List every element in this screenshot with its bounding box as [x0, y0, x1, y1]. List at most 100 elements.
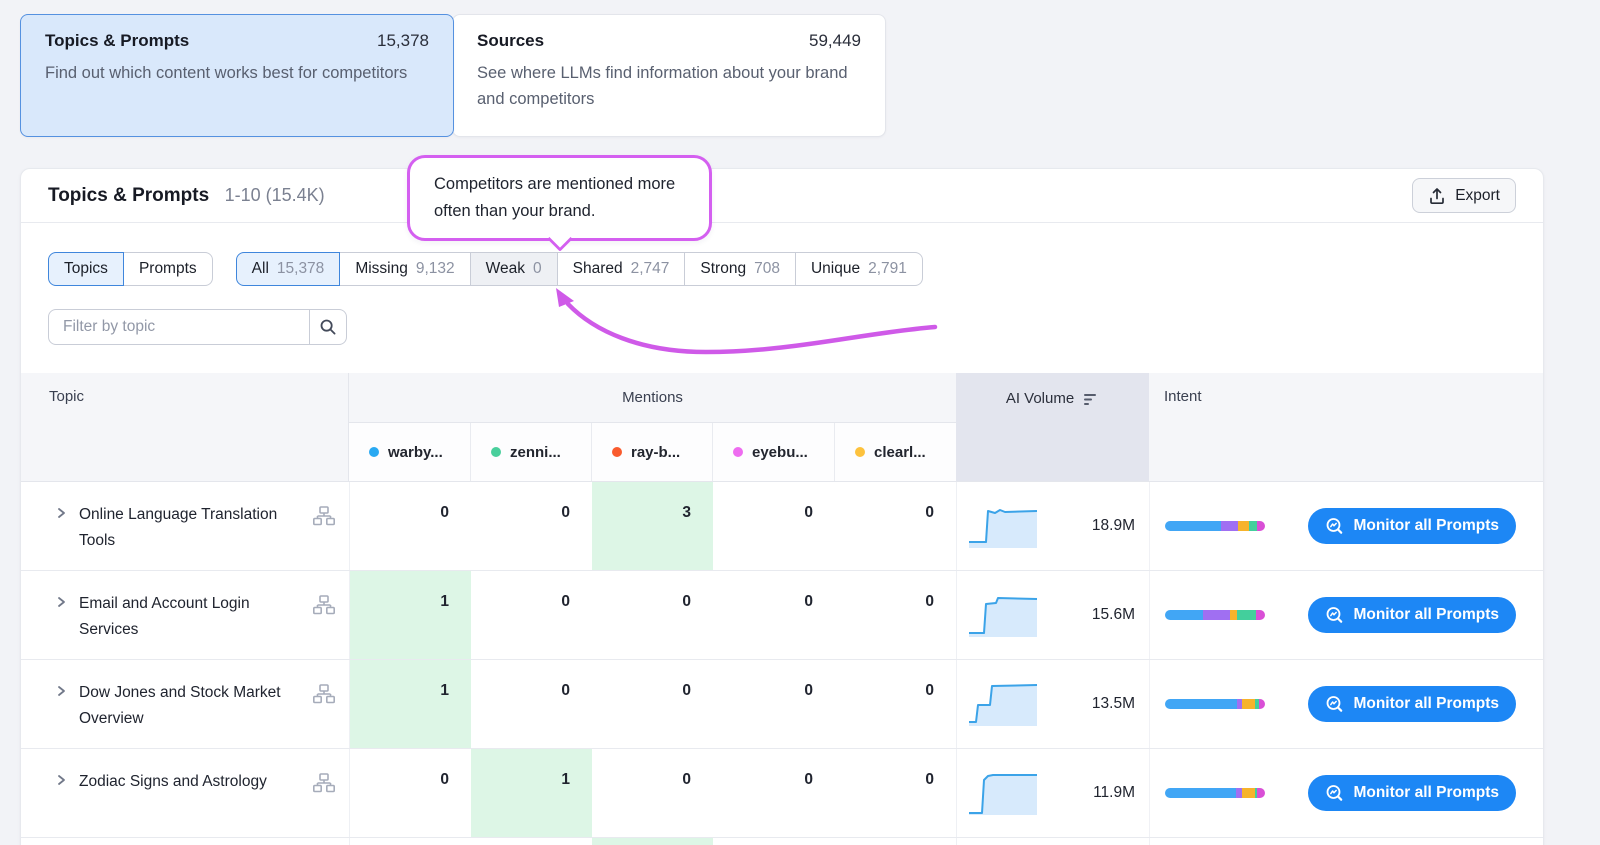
ai-volume-sparkline [967, 769, 1039, 817]
expand-chevron-icon[interactable] [54, 684, 68, 698]
mention-cell: 0 [471, 571, 592, 659]
ai-volume-value: 18.9M [1092, 517, 1135, 535]
ai-volume-sparkline [967, 502, 1039, 550]
monitor-magnifier-icon [1325, 784, 1344, 803]
topic-name[interactable]: Email and Account Login Services [79, 591, 284, 659]
monitor-magnifier-icon [1325, 606, 1344, 625]
topic-name[interactable]: Zodiac Signs and Astrology [79, 769, 284, 837]
mention-cell: 1 [349, 571, 471, 659]
filter-tab-all[interactable]: All15,378 [236, 252, 341, 286]
mention-cell: 0 [592, 749, 713, 837]
mention-cell: 0 [713, 571, 835, 659]
sitemap-icon[interactable] [313, 595, 335, 615]
ai-volume-value: 13.5M [1092, 695, 1135, 713]
mention-cell: 0 [713, 660, 835, 748]
tooltip-text: Competitors are mentioned more often tha… [434, 175, 675, 220]
ai-volume-sparkline [967, 591, 1039, 639]
col-header-ai-volume[interactable]: AI Volume [956, 373, 1149, 481]
mention-cell: 0 [835, 749, 956, 837]
mention-cell: 0 [349, 482, 471, 570]
topic-name[interactable]: Dow Jones and Stock Market Overview [79, 680, 284, 748]
expand-chevron-icon[interactable] [54, 595, 68, 609]
monitor-all-prompts-button[interactable]: Monitor all Prompts [1308, 686, 1516, 722]
filter-tab-missing[interactable]: Missing9,132 [340, 252, 470, 286]
brand-dot [491, 447, 501, 457]
search-icon [319, 318, 337, 336]
view-toggle: Topics Prompts [48, 252, 213, 286]
mention-cell [592, 838, 713, 845]
table-row: Online Language Translation Tools 0 0 3 … [21, 482, 1543, 571]
topics-table: Topic Mentions warby... zenni... ray-b..… [21, 373, 1543, 845]
mention-cell: 0 [835, 660, 956, 748]
monitor-all-prompts-button[interactable]: Monitor all Prompts [1308, 508, 1516, 544]
col-header-brand-zenni: zenni... [471, 423, 592, 481]
topic-filter [48, 309, 1543, 345]
mention-cell: 1 [349, 660, 471, 748]
col-header-brand-eyebuy: eyebu... [713, 423, 835, 481]
intent-bar [1165, 788, 1265, 798]
annotation-tooltip: Competitors are mentioned more often tha… [407, 155, 712, 241]
sitemap-icon[interactable] [313, 506, 335, 526]
mention-cell: 0 [835, 571, 956, 659]
ai-volume-value: 11.9M [1093, 784, 1135, 802]
export-icon [1428, 187, 1446, 205]
monitor-magnifier-icon [1325, 517, 1344, 536]
card-title: Topics & Prompts [45, 31, 189, 51]
topic-name[interactable]: Online Language Translation Tools [79, 502, 284, 570]
card-description: Find out which content works best for co… [45, 60, 429, 86]
filter-tab-shared[interactable]: Shared2,747 [558, 252, 686, 286]
mention-cell: 0 [349, 749, 471, 837]
table-row: Zodiac Signs and Astrology 0 1 0 0 0 11.… [21, 749, 1543, 838]
filter-tab-weak[interactable]: Weak0 [471, 252, 558, 286]
expand-chevron-icon[interactable] [54, 773, 68, 787]
export-button[interactable]: Export [1412, 178, 1516, 213]
filter-tab-strong[interactable]: Strong708 [685, 252, 796, 286]
col-header-brand-rayban: ray-b... [592, 423, 713, 481]
page-title: Topics & Prompts [48, 185, 209, 206]
table-row: Email and Account Login Services 1 0 0 0… [21, 571, 1543, 660]
mention-cell: 0 [471, 482, 592, 570]
mention-cell: 0 [471, 660, 592, 748]
monitor-all-prompts-button[interactable]: Monitor all Prompts [1308, 775, 1516, 811]
mention-cell [471, 838, 592, 845]
filter-tab-unique[interactable]: Unique2,791 [796, 252, 923, 286]
card-title: Sources [477, 31, 544, 51]
mention-cell: 0 [835, 482, 956, 570]
table-header: Topic Mentions warby... zenni... ray-b..… [21, 373, 1543, 482]
mention-cell: 1 [471, 749, 592, 837]
col-header-brand-warby: warby... [349, 423, 471, 481]
brand-dot [612, 447, 622, 457]
expand-chevron-icon[interactable] [54, 506, 68, 520]
search-input[interactable] [48, 309, 310, 345]
toggle-prompts[interactable]: Prompts [124, 252, 213, 286]
filter-controls: Topics Prompts All15,378 Missing9,132 We… [48, 252, 1543, 286]
intent-bar [1165, 699, 1265, 709]
mention-cell [349, 838, 471, 845]
search-button[interactable] [310, 309, 347, 345]
toggle-topics[interactable]: Topics [48, 252, 124, 286]
monitor-all-prompts-button[interactable]: Monitor all Prompts [1308, 597, 1516, 633]
topics-prompts-panel: Topics & Prompts 1-10 (15.4K) Export Top… [20, 168, 1544, 845]
sitemap-icon[interactable] [313, 684, 335, 704]
col-header-mentions: Mentions [349, 373, 956, 423]
mention-cell: 0 [592, 660, 713, 748]
sort-descending-icon [1083, 392, 1099, 407]
mention-cell [713, 838, 835, 845]
ai-visibility-screen: Topics & Prompts 15,378 Find out which c… [0, 0, 1600, 845]
mention-cell: 0 [592, 571, 713, 659]
intent-bar [1165, 610, 1265, 620]
mention-cell: 0 [713, 482, 835, 570]
results-range: 1-10 (15.4K) [225, 185, 325, 205]
card-sources[interactable]: Sources 59,449 See where LLMs find infor… [452, 14, 886, 137]
mention-filter-tabs: All15,378 Missing9,132 Weak0 Shared2,747… [236, 252, 923, 286]
col-header-topic: Topic [21, 373, 349, 481]
card-description: See where LLMs find information about yo… [477, 60, 861, 112]
mention-cell: 0 [713, 749, 835, 837]
sitemap-icon[interactable] [313, 773, 335, 793]
card-count: 15,378 [377, 31, 429, 51]
table-row-partial [21, 838, 1543, 845]
col-header-brand-clearly: clearl... [835, 423, 956, 481]
card-topics-prompts[interactable]: Topics & Prompts 15,378 Find out which c… [20, 14, 454, 137]
mention-cell: 3 [592, 482, 713, 570]
ai-volume-sparkline [967, 680, 1039, 728]
